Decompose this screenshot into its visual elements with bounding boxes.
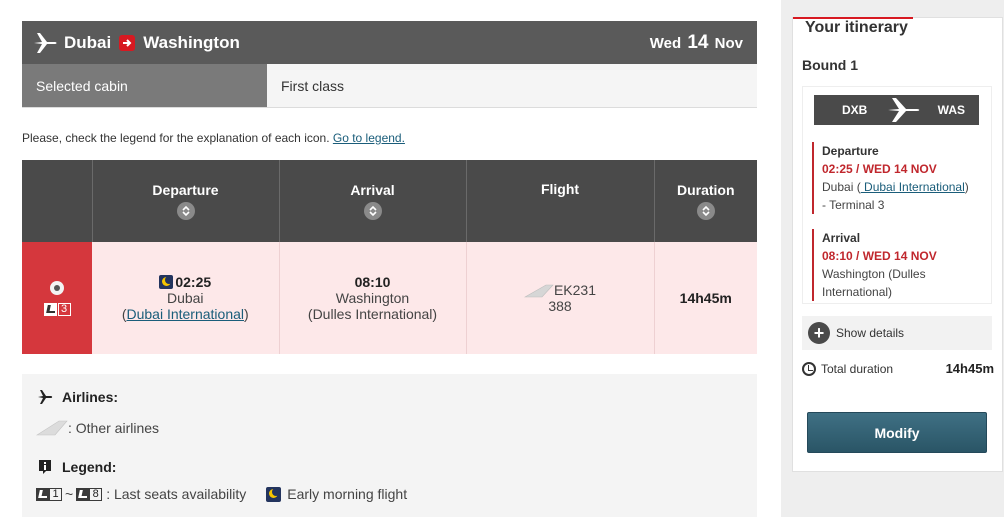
departure-airport-link[interactable]: Dubai International xyxy=(126,306,244,322)
seat-icon xyxy=(76,487,90,501)
flight-cell: EK231 388 xyxy=(466,242,655,354)
seat-legend-min: 1 xyxy=(36,487,62,501)
header-arrival[interactable]: Arrival xyxy=(279,160,467,242)
table-header-row: Departure Arrival Flight Duration xyxy=(22,160,757,242)
radio-icon[interactable] xyxy=(50,280,64,295)
header-arrival-label: Arrival xyxy=(350,182,395,198)
table-header-blank xyxy=(22,160,93,242)
table-row[interactable]: 3 02:25 Dubai (Dubai International) 08:1… xyxy=(22,242,757,354)
arrival-heading: Arrival xyxy=(822,231,861,245)
sort-icon[interactable] xyxy=(363,202,382,220)
airline-tail-icon xyxy=(36,420,68,436)
airplane-icon xyxy=(885,96,921,124)
arrival-place: Washington (Dulles International) xyxy=(822,267,926,299)
duration-cell: 14h45m xyxy=(654,242,757,354)
legend-heading-label: Legend: xyxy=(62,459,117,475)
header-departure[interactable]: Departure xyxy=(92,160,280,242)
airplane-icon xyxy=(32,30,58,56)
seat-legend-tilde: ~ xyxy=(65,486,74,502)
flight-date: Wed 14 Nov xyxy=(650,32,743,54)
total-duration-label: Total duration xyxy=(821,361,894,376)
arrival-time: 08:10 xyxy=(354,274,391,290)
flight-table: Departure Arrival Flight Duration 3 02:2… xyxy=(22,160,757,354)
early-morning-icon xyxy=(159,275,174,289)
departure-datetime: 02:25 / WED 14 NOV xyxy=(822,162,937,176)
route-header: Dubai Washington Wed 14 Nov xyxy=(22,21,757,64)
departure-segment: Departure 02:25 / WED 14 NOV Dubai ( Dub… xyxy=(812,142,982,214)
select-cell[interactable]: 3 xyxy=(22,242,92,354)
plus-icon: + xyxy=(808,322,830,344)
other-airlines-label: : Other airlines xyxy=(68,420,160,436)
total-duration-value: 14h45m xyxy=(945,361,994,376)
bound-label: Bound 1 xyxy=(802,57,858,73)
date-month: Nov xyxy=(714,34,743,52)
airplane-icon xyxy=(36,388,54,406)
cabin-row: Selected cabin First class xyxy=(22,64,757,108)
seat-legend-max: 8 xyxy=(76,487,103,501)
header-duration-label: Duration xyxy=(676,182,735,198)
departure-airport-close: ) xyxy=(964,180,969,194)
to-code: WAS xyxy=(937,103,965,117)
destination-city: Washington xyxy=(143,32,240,52)
arrival-cell: 08:10 Washington (Dulles International) xyxy=(279,242,467,354)
arrival-airport: (Dulles International) xyxy=(307,306,438,322)
header-flight: Flight xyxy=(466,160,655,242)
other-airlines-line: : Other airlines xyxy=(36,420,743,436)
airlines-heading: Airlines: xyxy=(36,388,743,406)
cabin-value: First class xyxy=(267,64,757,107)
date-day: 14 xyxy=(687,31,709,53)
cabin-label: Selected cabin xyxy=(22,64,267,107)
modify-button[interactable]: Modify xyxy=(807,412,987,453)
from-code: DXB xyxy=(842,103,868,117)
arrival-city: Washington xyxy=(335,290,410,306)
airlines-heading-label: Airlines: xyxy=(62,389,119,405)
airline-tail-icon xyxy=(523,284,554,298)
info-icon xyxy=(36,458,54,476)
arrow-right-icon xyxy=(119,34,136,51)
legend-note: Please, check the legend for the explana… xyxy=(22,131,405,145)
departure-airport-link[interactable]: Dubai International xyxy=(861,180,965,194)
total-duration: Total duration 14h45m xyxy=(802,361,994,376)
departure-terminal: - Terminal 3 xyxy=(822,198,885,212)
legend-items-line: 1 ~ 8 : Last seats availability Early mo… xyxy=(36,486,743,502)
departure-city-text: Dubai ( xyxy=(822,180,861,194)
clock-icon xyxy=(802,361,816,376)
legend-box: Airlines: : Other airlines Legend: 1 ~ 8… xyxy=(22,374,757,517)
seat-legend-min-number: 1 xyxy=(49,487,62,501)
departure-time: 02:25 xyxy=(175,274,212,290)
seat-icon xyxy=(36,487,49,501)
sort-icon[interactable] xyxy=(176,202,195,220)
itinerary-bound-box: DXB WAS Departure 02:25 / WED 14 NOV Dub… xyxy=(802,86,992,304)
legend-note-text: Please, check the legend for the explana… xyxy=(22,131,333,145)
duration-value: 14h45m xyxy=(679,290,732,306)
early-morning-icon xyxy=(266,486,282,502)
show-details-button[interactable]: + Show details xyxy=(802,316,992,350)
seat-legend-max-number: 8 xyxy=(89,487,103,501)
date-weekday: Wed xyxy=(649,34,682,52)
early-morning-label: Early morning flight xyxy=(287,486,408,502)
departure-city: Dubai xyxy=(166,290,204,306)
header-departure-label: Departure xyxy=(152,182,219,198)
departure-heading: Departure xyxy=(822,144,879,158)
legend-heading: Legend: xyxy=(36,458,743,476)
itinerary-title: Your itinerary xyxy=(805,19,908,36)
header-duration[interactable]: Duration xyxy=(654,160,757,242)
origin-city: Dubai xyxy=(64,32,112,52)
arrival-segment: Arrival 08:10 / WED 14 NOV Washington (D… xyxy=(812,229,982,301)
sort-icon[interactable] xyxy=(696,202,715,220)
seats-left: 3 xyxy=(57,302,71,316)
aircraft-type: 388 xyxy=(548,298,572,315)
go-to-legend-link[interactable]: Go to legend. xyxy=(333,131,405,145)
arrival-datetime: 08:10 / WED 14 NOV xyxy=(822,249,937,263)
header-flight-label: Flight xyxy=(540,180,580,197)
show-details-label: Show details xyxy=(836,326,905,340)
flight-number: EK231 xyxy=(553,281,597,298)
route-badge: DXB WAS xyxy=(814,95,979,125)
last-seats-label: : Last seats availability xyxy=(106,486,247,502)
departure-cell: 02:25 Dubai (Dubai International) xyxy=(92,242,280,354)
itinerary-panel: Your itinerary Bound 1 DXB WAS Departure… xyxy=(792,17,1003,472)
seat-availability-badge: 3 xyxy=(43,302,71,316)
seat-icon xyxy=(43,302,57,316)
